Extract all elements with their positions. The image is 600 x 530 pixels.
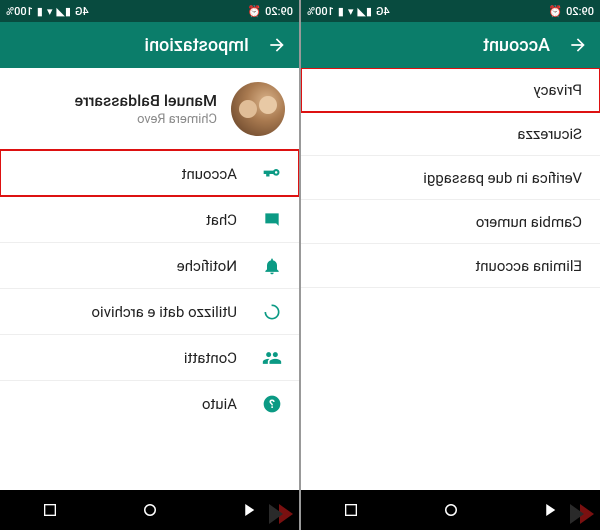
app-bar: Impostazioni <box>0 22 299 68</box>
wifi-icon: ▾ <box>47 6 53 17</box>
settings-item-chat[interactable]: Chat <box>0 196 299 242</box>
back-button[interactable] <box>267 35 287 55</box>
data-usage-icon <box>261 301 283 323</box>
settings-item-contacts[interactable]: Contatti <box>0 334 299 380</box>
account-content: Privacy Sicurezza Verifica in due passag… <box>301 68 600 490</box>
page-title: Account <box>483 35 550 56</box>
nav-recents-button[interactable] <box>39 499 61 521</box>
account-item-label: Cambia numero <box>476 213 582 231</box>
profile-row[interactable]: Manuel Baldassarre Chimera Revo <box>0 68 299 150</box>
account-item-change-number[interactable]: Cambia numero <box>301 200 600 244</box>
battery-icon: ▮ <box>37 6 43 17</box>
key-icon <box>261 163 283 185</box>
chat-icon <box>261 209 283 231</box>
alarm-icon: ⏰ <box>548 6 562 17</box>
clock-text: 09:20 <box>265 6 293 17</box>
settings-item-label: Aiuto <box>202 395 237 413</box>
avatar <box>231 82 285 136</box>
network-type: 4G <box>376 6 390 17</box>
screenshot-pair: 09:20 ⏰ 4G ▮◢ ▾ ▮ 100% Impostazioni Manu… <box>0 0 600 530</box>
nav-home-button[interactable] <box>440 499 462 521</box>
account-item-delete[interactable]: Elimina account <box>301 244 600 288</box>
alarm-icon: ⏰ <box>247 6 261 17</box>
settings-item-label: Notifiche <box>177 257 237 275</box>
signal-icon: ▮◢ <box>56 6 71 17</box>
contacts-icon <box>261 347 283 369</box>
clock-text: 09:20 <box>566 6 594 17</box>
settings-item-label: Utilizzo dati e archivio <box>91 303 237 321</box>
account-item-label: Elimina account <box>475 257 582 275</box>
account-item-label: Verifica in due passaggi <box>423 169 582 187</box>
battery-text: 100% <box>307 6 334 17</box>
settings-item-notifications[interactable]: Notifiche <box>0 242 299 288</box>
app-bar: Account <box>301 22 600 68</box>
nav-home-button[interactable] <box>139 499 161 521</box>
status-bar: 09:20 ⏰ 4G ▮◢ ▾ ▮ 100% <box>0 0 299 22</box>
profile-name: Manuel Baldassarre <box>75 91 217 110</box>
settings-item-account[interactable]: Account <box>0 150 299 196</box>
profile-subtitle: Chimera Revo <box>75 112 217 127</box>
page-title: Impostazioni <box>144 35 249 56</box>
account-item-label: Sicurezza <box>517 125 582 143</box>
account-item-label: Privacy <box>534 81 582 99</box>
nav-back-button[interactable] <box>238 499 260 521</box>
settings-item-data-usage[interactable]: Utilizzo dati e archivio <box>0 288 299 334</box>
battery-text: 100% <box>6 6 33 17</box>
network-type: 4G <box>75 6 89 17</box>
android-nav-bar <box>301 490 600 530</box>
svg-text:?: ? <box>269 397 275 411</box>
settings-item-label: Account <box>181 165 237 183</box>
android-nav-bar <box>0 490 299 530</box>
bell-icon <box>261 255 283 277</box>
brand-logo-icon <box>560 502 594 526</box>
phone-account: 09:20 ⏰ 4G ▮◢ ▾ ▮ 100% Account Privacy S… <box>301 0 600 530</box>
account-item-two-step[interactable]: Verifica in due passaggi <box>301 156 600 200</box>
settings-item-label: Contatti <box>184 349 237 367</box>
signal-icon: ▮◢ <box>357 6 372 17</box>
status-bar: 09:20 ⏰ 4G ▮◢ ▾ ▮ 100% <box>301 0 600 22</box>
settings-item-help[interactable]: ? Aiuto <box>0 380 299 426</box>
back-button[interactable] <box>568 35 588 55</box>
nav-recents-button[interactable] <box>340 499 362 521</box>
settings-item-label: Chat <box>206 211 237 229</box>
nav-back-button[interactable] <box>539 499 561 521</box>
account-item-security[interactable]: Sicurezza <box>301 112 600 156</box>
battery-icon: ▮ <box>338 6 344 17</box>
wifi-icon: ▾ <box>348 6 354 17</box>
phone-settings: 09:20 ⏰ 4G ▮◢ ▾ ▮ 100% Impostazioni Manu… <box>0 0 299 530</box>
brand-logo-icon <box>259 502 293 526</box>
help-icon: ? <box>261 393 283 415</box>
account-item-privacy[interactable]: Privacy <box>301 68 600 112</box>
settings-content: Manuel Baldassarre Chimera Revo Account … <box>0 68 299 490</box>
